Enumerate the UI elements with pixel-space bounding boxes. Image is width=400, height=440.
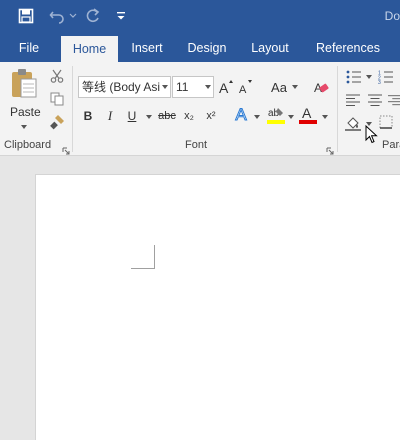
- align-left-icon[interactable]: [344, 92, 362, 108]
- font-size-combo[interactable]: 11: [172, 76, 214, 98]
- italic-button[interactable]: I: [102, 106, 118, 126]
- copy-icon[interactable]: [48, 90, 66, 108]
- change-case-dropdown-icon[interactable]: [292, 85, 298, 89]
- undo-dropdown-icon[interactable]: [68, 4, 78, 28]
- clipboard-group-label: Clipboard: [4, 139, 52, 151]
- document-title: Do: [384, 9, 400, 23]
- undo-icon[interactable]: [46, 4, 68, 28]
- chevron-down-icon: [205, 85, 211, 89]
- bullets-icon[interactable]: [344, 68, 364, 86]
- bullets-dropdown-icon[interactable]: [366, 75, 372, 79]
- text-effects-button[interactable]: A: [232, 104, 250, 126]
- document-page[interactable]: [35, 174, 400, 440]
- change-case-button[interactable]: Aa: [268, 76, 290, 98]
- align-right-icon[interactable]: [388, 92, 400, 108]
- page-margin-corner-mark: [131, 245, 155, 269]
- clipboard-launcher-icon[interactable]: [62, 142, 70, 155]
- cut-icon[interactable]: [48, 67, 66, 85]
- shading-icon[interactable]: [344, 114, 362, 132]
- font-size-value: 11: [176, 80, 189, 94]
- tab-layout[interactable]: Layout: [242, 34, 298, 62]
- word-window: Do File Home Insert Design Layout Refere…: [0, 0, 400, 440]
- tab-file[interactable]: File: [8, 34, 50, 62]
- redo-icon[interactable]: [82, 4, 104, 28]
- clipboard-paste-icon[interactable]: [6, 66, 42, 100]
- svg-text:A: A: [239, 84, 247, 95]
- clear-formatting-icon[interactable]: A: [312, 76, 330, 98]
- shrink-font-icon[interactable]: A: [238, 76, 254, 98]
- tab-home[interactable]: Home: [61, 36, 118, 62]
- text-effects-dropdown-icon[interactable]: [254, 115, 260, 119]
- paste-dropdown-icon[interactable]: [21, 125, 27, 129]
- highlight-dropdown-icon[interactable]: [288, 115, 294, 119]
- font-name-combo[interactable]: 等线 (Body Asi: [78, 76, 171, 98]
- tab-references[interactable]: References: [304, 34, 392, 62]
- ribbon-tab-bar: File Home Insert Design Layout Reference…: [0, 34, 400, 62]
- svg-text:3: 3: [378, 80, 381, 84]
- tab-design[interactable]: Design: [178, 34, 236, 62]
- font-color-dropdown-icon[interactable]: [322, 115, 328, 119]
- bold-button[interactable]: B: [80, 106, 96, 126]
- group-separator: [72, 66, 73, 152]
- chevron-down-icon: [162, 85, 168, 89]
- group-separator: [337, 66, 338, 152]
- paragraph-group-label: Para: [382, 139, 400, 151]
- borders-icon[interactable]: [378, 114, 394, 130]
- svg-text:A: A: [219, 80, 229, 95]
- grow-font-icon[interactable]: A: [218, 76, 234, 98]
- strikethrough-button[interactable]: abc: [156, 106, 178, 126]
- font-color-icon[interactable]: A: [298, 104, 318, 126]
- customize-qat-icon[interactable]: [114, 4, 128, 28]
- font-group-label: Font: [185, 139, 208, 151]
- align-center-icon[interactable]: [366, 92, 384, 108]
- home-ribbon: Paste Clipboard 等线 (Body Asi 11 A A Aa A…: [0, 62, 400, 156]
- save-icon[interactable]: [14, 4, 38, 28]
- svg-text:A: A: [302, 105, 312, 121]
- underline-button[interactable]: U: [124, 106, 140, 126]
- mouse-cursor-icon: [365, 124, 379, 145]
- paste-button-label[interactable]: Paste: [10, 105, 41, 119]
- font-launcher-icon[interactable]: [326, 142, 334, 155]
- highlight-color-icon[interactable]: ab: [266, 104, 286, 126]
- title-bar: Do: [0, 0, 400, 34]
- format-painter-icon[interactable]: [48, 113, 66, 131]
- numbering-icon[interactable]: 123: [376, 68, 396, 86]
- font-name-value: 等线 (Body Asi: [82, 80, 161, 94]
- superscript-button[interactable]: x²: [202, 106, 220, 126]
- subscript-button[interactable]: x₂: [180, 106, 198, 126]
- underline-dropdown-icon[interactable]: [146, 115, 152, 119]
- tab-insert[interactable]: Insert: [122, 34, 172, 62]
- document-canvas: [0, 157, 400, 440]
